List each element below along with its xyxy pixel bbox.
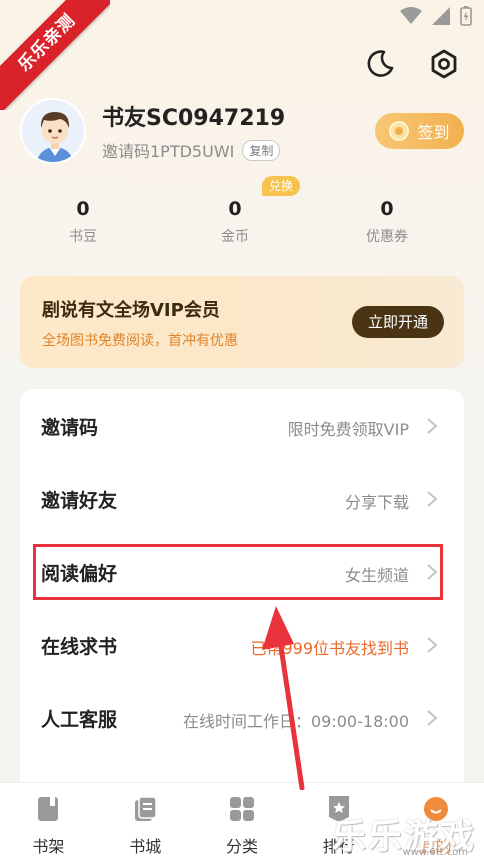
- status-bar: [400, 4, 472, 28]
- tab-category[interactable]: 分类: [194, 783, 291, 862]
- menu-item-invite-friends[interactable]: 邀请好友 分享下载: [20, 462, 464, 534]
- signal-icon: [432, 7, 450, 25]
- menu-item-value: 限时免费领取VIP: [287, 420, 409, 439]
- tab-label: 书架: [32, 837, 65, 856]
- menu-item-label: 邀请码: [41, 417, 99, 439]
- stat-label: 优惠券: [366, 229, 408, 245]
- stats-row: 0 书豆 0 金币 0 优惠券: [0, 198, 484, 254]
- wifi-icon: [400, 7, 422, 24]
- chevron-right-icon: [427, 710, 438, 726]
- signin-label: 签到: [417, 123, 450, 142]
- tab-label: 分类: [225, 837, 258, 856]
- stat-label: 书豆: [69, 229, 97, 245]
- vip-title: 剧说有文全场VIP会员: [42, 300, 220, 321]
- highlight-annotation-box: [33, 544, 443, 600]
- stat-coupons[interactable]: 0 优惠券: [337, 198, 437, 246]
- exchange-badge[interactable]: 兑换: [262, 176, 301, 196]
- chevron-right-icon: [427, 637, 438, 653]
- invite-code: 邀请码1PTD5UWI: [102, 142, 235, 161]
- signin-button[interactable]: 签到: [375, 113, 464, 149]
- chevron-right-icon: [427, 418, 438, 434]
- battery-icon: [460, 6, 472, 26]
- menu-item-customer-service[interactable]: 人工客服 在线时间工作日：09:00-18:00: [20, 681, 464, 753]
- bookstore-icon: [131, 795, 159, 823]
- settings-icon[interactable]: [426, 46, 462, 82]
- coin-icon: [389, 121, 410, 141]
- bookshelf-icon: [34, 795, 62, 823]
- stat-label: 金币: [221, 229, 249, 245]
- tab-bookstore[interactable]: 书城: [97, 783, 194, 862]
- moon-icon[interactable]: [362, 46, 398, 82]
- tab-bookshelf[interactable]: 书架: [0, 783, 97, 862]
- menu-item-label: 邀请好友: [41, 490, 118, 512]
- arrow-annotation-icon: [262, 606, 305, 790]
- stat-value: 0: [228, 198, 242, 220]
- vip-subtitle: 全场图书免费阅读，首冲有优惠: [42, 333, 238, 349]
- username: 书友SC0947219: [102, 106, 286, 131]
- category-icon: [228, 795, 256, 823]
- stat-value: 0: [76, 198, 90, 220]
- stat-beans[interactable]: 0 书豆: [33, 198, 133, 246]
- chevron-right-icon: [427, 491, 438, 507]
- watermark-ribbon-text: 乐乐亲测: [0, 0, 110, 110]
- watermark-url: www.6tt.com: [402, 847, 468, 858]
- vip-banner[interactable]: 剧说有文全场VIP会员 全场图书免费阅读，首冲有优惠 立即开通: [20, 276, 464, 368]
- menu-item-invite-code[interactable]: 邀请码 限时免费领取VIP: [20, 389, 464, 461]
- menu-item-label: 在线求书: [41, 636, 118, 658]
- stat-value: 0: [380, 198, 394, 220]
- watermark-ribbon: 乐乐亲测: [0, 0, 110, 110]
- tab-label: 书城: [129, 837, 162, 856]
- menu-item-value: 分享下载: [344, 493, 409, 512]
- menu-item-label: 人工客服: [41, 709, 118, 731]
- stat-coins[interactable]: 0 金币: [185, 198, 285, 246]
- menu-item-book-request[interactable]: 在线求书 已帮999位书友找到书: [20, 608, 464, 680]
- copy-button[interactable]: 复制: [242, 139, 281, 161]
- vip-open-button[interactable]: 立即开通: [352, 306, 444, 338]
